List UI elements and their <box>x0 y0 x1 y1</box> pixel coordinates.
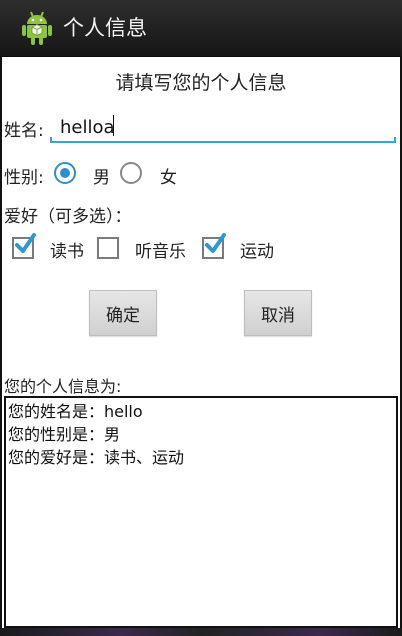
name-input-underline <box>50 137 396 143</box>
hobby-label-music: 听音乐 <box>135 242 186 262</box>
gender-radio-female[interactable] <box>120 162 142 184</box>
gender-option-male-label: 男 <box>93 168 110 188</box>
result-line-hobbies: 您的爱好是：读书、运动 <box>8 448 185 467</box>
form-heading: 请填写您的个人信息 <box>115 72 287 94</box>
result-text-area[interactable]: 您的姓名是：hello 您的性别是：男 您的爱好是：读书、运动 <box>4 396 398 628</box>
hobby-checkbox-reading[interactable] <box>12 233 36 259</box>
name-input[interactable] <box>50 112 396 142</box>
checkmark-icon <box>15 233 36 253</box>
result-label: 您的个人信息为: <box>4 377 122 396</box>
window-frame-bottom <box>0 628 402 636</box>
result-line-gender: 您的性别是：男 <box>8 425 121 444</box>
hobby-checkbox-music[interactable] <box>97 237 119 259</box>
app-title: 个人信息 <box>63 16 147 40</box>
window-frame-left <box>0 56 2 636</box>
cancel-button[interactable]: 取消 <box>244 290 312 336</box>
confirm-button[interactable]: 确定 <box>89 290 157 336</box>
text-cursor <box>113 115 114 136</box>
result-line-name: 您的姓名是：hello <box>8 402 143 421</box>
gender-option-female-label: 女 <box>160 168 177 188</box>
title-bar: 个人信息 <box>0 0 402 57</box>
hobby-label-sports: 运动 <box>240 242 274 262</box>
hobby-label: 爱好（可多选）： <box>4 207 132 227</box>
name-label: 姓名: <box>4 121 44 141</box>
gender-radio-male[interactable] <box>54 162 76 184</box>
gender-label: 性别: <box>4 168 44 188</box>
android-app-icon <box>22 11 52 45</box>
hobby-label-reading: 读书 <box>50 242 84 262</box>
checkmark-icon <box>205 233 226 253</box>
hobby-checkbox-sports[interactable] <box>202 233 226 259</box>
